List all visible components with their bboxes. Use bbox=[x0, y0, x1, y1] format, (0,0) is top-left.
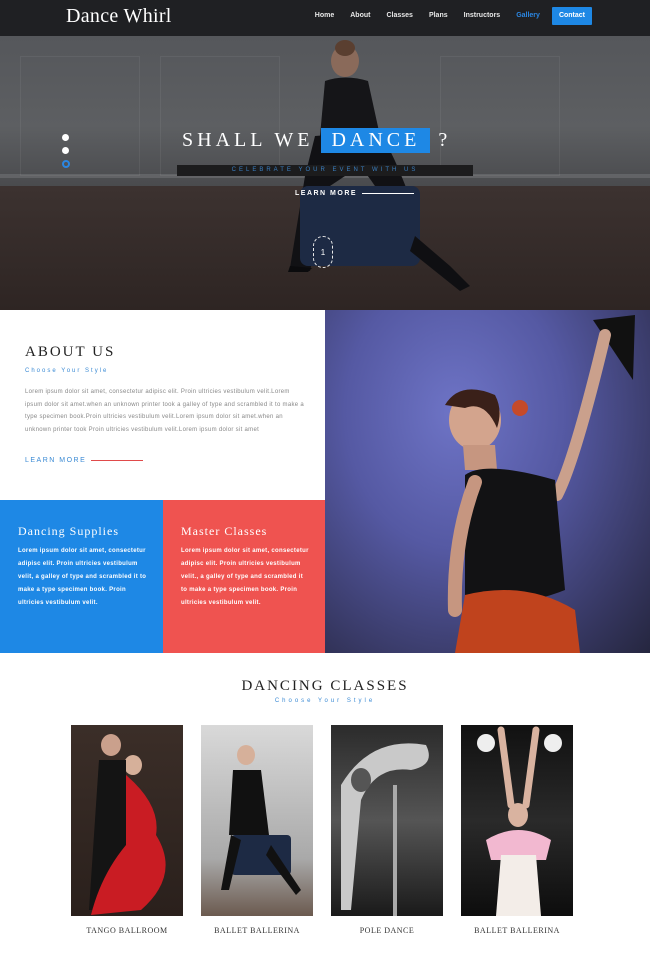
feature-master-text: Lorem ipsum dolor sit amet, consectetur … bbox=[181, 548, 309, 606]
about-dancer-image bbox=[325, 310, 650, 653]
hero-title-highlight: DANCE bbox=[321, 128, 431, 153]
hero-learn-more-link[interactable]: LEARN MORE bbox=[295, 190, 415, 197]
class-caption-pole-dance: POLE DANCE bbox=[359, 926, 415, 935]
slider-dot-1[interactable] bbox=[62, 134, 69, 141]
class-card-ballet-2[interactable]: BALLET BALLERINA bbox=[461, 725, 573, 935]
class-image-pole-dance bbox=[331, 725, 443, 916]
hero-learn-more-line bbox=[362, 193, 415, 194]
nav-home[interactable]: Home bbox=[307, 7, 342, 25]
feature-dancing-supplies: Dancing Supplies Lorem ipsum dolor sit a… bbox=[0, 500, 163, 653]
site-header: Dance Whirl Home About Classes Plans Ins… bbox=[0, 0, 650, 36]
slider-dot-3[interactable] bbox=[62, 160, 70, 168]
about-learn-more-label: LEARN MORE bbox=[25, 457, 87, 464]
nav-contact-button[interactable]: Contact bbox=[551, 7, 592, 25]
classes-title: DANCING CLASSES bbox=[241, 678, 409, 694]
nav-about[interactable]: About bbox=[342, 7, 378, 25]
hero-banner: SHALL WE DANCE ? CELEBRATE YOUR EVENT WI… bbox=[0, 36, 650, 310]
hero-title-after: ? bbox=[438, 129, 452, 151]
hero-title-before: SHALL WE bbox=[182, 129, 314, 151]
feature-supplies-text: Lorem ipsum dolor sit amet, consectetur … bbox=[18, 548, 147, 606]
nav-gallery[interactable]: Gallery bbox=[508, 7, 548, 25]
hero-subtitle: CELEBRATE YOUR EVENT WITH US bbox=[177, 165, 473, 176]
slider-dots bbox=[62, 134, 70, 174]
about-learn-more-link[interactable]: LEARN MORE bbox=[25, 457, 144, 464]
class-image-tango bbox=[71, 725, 183, 916]
hero-learn-more-label: LEARN MORE bbox=[295, 190, 358, 197]
feature-master-title: Master Classes bbox=[181, 524, 268, 538]
about-title: ABOUT US bbox=[25, 344, 116, 360]
scroll-indicator-icon[interactable]: 1 bbox=[313, 236, 333, 268]
class-card-tango[interactable]: TANGO BALLROOM bbox=[71, 725, 183, 935]
class-caption-ballet-1: BALLET BALLERINA bbox=[214, 926, 300, 935]
class-caption-tango: TANGO BALLROOM bbox=[86, 926, 168, 935]
class-image-ballet-1 bbox=[201, 725, 313, 916]
feature-master-classes: Master Classes Lorem ipsum dolor sit ame… bbox=[163, 500, 325, 653]
classes-grid: TANGO BALLROOM BALLET BALLERINA POLE DAN… bbox=[71, 725, 581, 935]
classes-subtitle: Choose Your Style bbox=[274, 698, 376, 704]
scroll-indicator-label: 1 bbox=[320, 247, 326, 257]
hero-title: SHALL WE DANCE ? bbox=[182, 128, 451, 153]
main-nav: Home About Classes Plans Instructors Gal… bbox=[307, 7, 592, 25]
feature-supplies-title: Dancing Supplies bbox=[18, 524, 119, 538]
class-caption-ballet-2: BALLET BALLERINA bbox=[474, 926, 560, 935]
about-section: ABOUT US Choose Your Style Lorem ipsum d… bbox=[0, 310, 325, 500]
slider-dot-2[interactable] bbox=[62, 147, 69, 154]
about-text: Lorem ipsum dolor sit amet, consectetur … bbox=[25, 389, 305, 433]
class-card-pole-dance[interactable]: POLE DANCE bbox=[331, 725, 443, 935]
class-image-ballet-2 bbox=[461, 725, 573, 916]
nav-classes[interactable]: Classes bbox=[378, 7, 420, 25]
nav-plans[interactable]: Plans bbox=[421, 7, 456, 25]
fan-dancer-illustration bbox=[445, 315, 635, 653]
nav-instructors[interactable]: Instructors bbox=[456, 7, 509, 25]
about-learn-more-line bbox=[91, 460, 144, 461]
about-subtitle: Choose Your Style bbox=[25, 368, 109, 374]
site-logo[interactable]: Dance Whirl bbox=[66, 5, 172, 28]
class-card-ballet-1[interactable]: BALLET BALLERINA bbox=[201, 725, 313, 935]
